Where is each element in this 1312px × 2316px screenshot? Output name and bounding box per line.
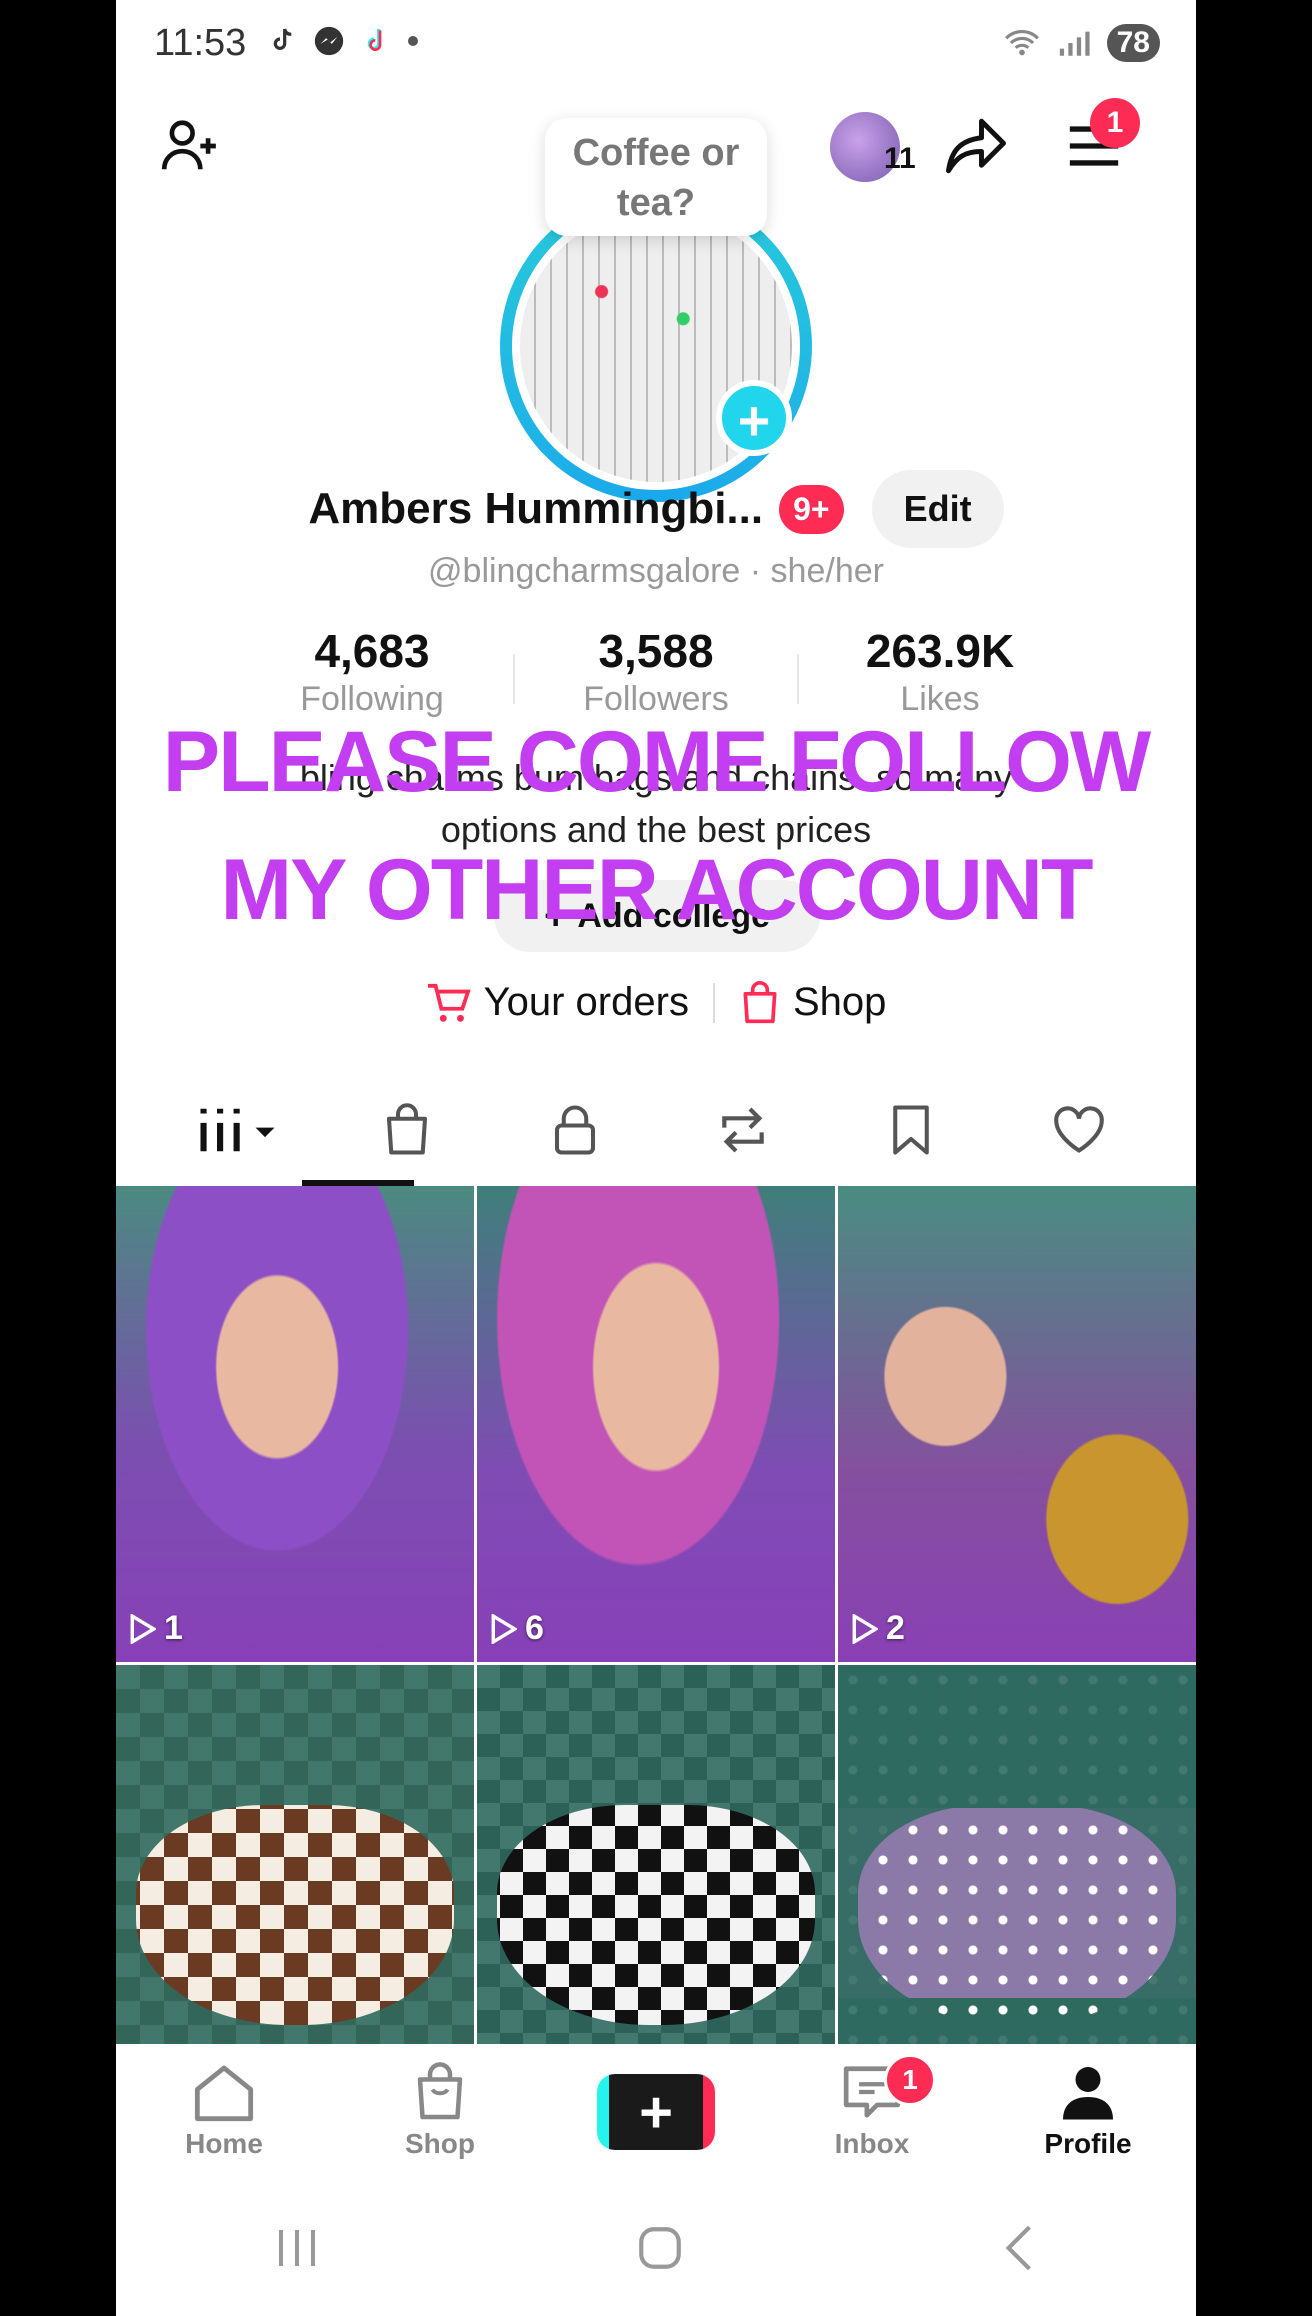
view-count-value: 1	[164, 1609, 183, 1647]
view-count: 6	[491, 1609, 544, 1648]
share-button[interactable]	[936, 106, 1016, 186]
wifi-icon	[1004, 30, 1039, 56]
tiktok-icon	[273, 28, 292, 50]
nav-home[interactable]: Home	[134, 2062, 314, 2160]
notification-icons	[266, 24, 420, 58]
messenger-icon	[314, 26, 344, 56]
inbox-badge: 1	[884, 2054, 936, 2106]
stat-value: 4,683	[314, 625, 430, 677]
orders-link[interactable]: Your orders	[426, 980, 689, 1025]
friends-count: 11	[884, 142, 916, 175]
tab-reposts[interactable]	[668, 1090, 818, 1170]
plus-icon: +	[737, 389, 771, 452]
video-thumbnail[interactable]: 2	[838, 1186, 1196, 1662]
tab-shop[interactable]	[332, 1090, 482, 1170]
tiktok-color-icon	[367, 29, 382, 51]
video-thumbnail[interactable]: 6	[477, 1186, 835, 1662]
video-thumbnail[interactable]: 1	[116, 1186, 474, 1662]
note-line1: Coffee or	[572, 132, 740, 174]
note-bubble[interactable]: Coffee or tea?	[545, 118, 767, 236]
nav-profile[interactable]: Profile	[998, 2062, 1178, 2160]
dot-icon	[408, 36, 418, 46]
edit-profile-button[interactable]: Edit	[871, 470, 1004, 548]
recent-apps-icon[interactable]	[273, 2226, 321, 2270]
stat-value: 3,588	[598, 625, 714, 677]
shop-bag-icon	[386, 1103, 428, 1155]
nav-shop-label: Shop	[405, 2128, 475, 2159]
cart-icon	[427, 983, 471, 1022]
bookmark-icon	[893, 1105, 929, 1155]
name-row: Ambers Hummingbi... 9+ Edit	[116, 470, 1196, 548]
profile-links: Your orders Shop	[116, 980, 1196, 1025]
system-status-icons: 78	[1003, 24, 1160, 62]
home-button-icon[interactable]	[635, 2223, 685, 2273]
divider	[712, 982, 715, 1023]
bag-shape	[497, 1805, 815, 2025]
plus-icon: +	[639, 2079, 673, 2145]
nav-inbox[interactable]: Inbox 1	[782, 2054, 962, 2160]
videos-grid-icon	[200, 1108, 275, 1152]
nav-home-label: Home	[185, 2128, 263, 2159]
add-friend-button[interactable]	[150, 106, 230, 186]
profile-icon	[1063, 2067, 1113, 2120]
menu-badge: 1	[1090, 98, 1140, 148]
view-count: 1	[130, 1609, 183, 1648]
notification-badge[interactable]: 9+	[779, 484, 844, 534]
nav-shop[interactable]: Shop	[350, 2062, 530, 2160]
shopping-bag-icon	[743, 980, 777, 1023]
add-story-button[interactable]: +	[716, 380, 792, 456]
video-grid: 1 6 2	[116, 1186, 1196, 2141]
bottom-nav: Home Shop + Inbox 1 Profile	[116, 2044, 1196, 2180]
tab-liked[interactable]	[1004, 1090, 1154, 1170]
share-icon	[946, 118, 1006, 174]
home-icon	[194, 2065, 254, 2122]
orders-label: Your orders	[483, 980, 689, 1024]
overlay-caption-line1: PLEASE COME FOLLOW	[162, 714, 1151, 810]
back-icon[interactable]	[999, 2223, 1039, 2273]
shop-icon	[417, 2062, 463, 2120]
lock-icon	[554, 1105, 596, 1155]
create-button[interactable]: +	[597, 2074, 715, 2150]
play-icon	[852, 1613, 878, 1644]
note-line2: tea?	[616, 182, 696, 224]
nav-inbox-label: Inbox	[834, 2128, 910, 2159]
play-icon	[130, 1613, 156, 1644]
heart-icon	[1054, 1106, 1104, 1153]
nav-create[interactable]: +	[566, 2062, 746, 2150]
stat-value: 263.9K	[865, 625, 1015, 677]
play-icon	[491, 1613, 517, 1644]
view-count-value: 2	[886, 1609, 905, 1647]
overlay-caption-line2: MY OTHER ACCOUNT	[220, 842, 1094, 938]
nav-profile-label: Profile	[1044, 2128, 1132, 2159]
system-nav-bar	[116, 2180, 1196, 2316]
add-user-icon	[161, 120, 216, 170]
status-time: 11:53	[154, 22, 247, 64]
signal-icon	[1059, 31, 1090, 56]
screen: 11:53 78 11 1 Coffee or tea? + Ambers Hu…	[116, 0, 1196, 2316]
bag-shape	[136, 1805, 454, 2025]
content-tabs	[164, 1090, 1154, 1170]
shop-link[interactable]: Shop	[739, 980, 886, 1025]
tab-private[interactable]	[500, 1090, 650, 1170]
tab-favorites[interactable]	[836, 1090, 986, 1170]
bag-shape	[858, 1805, 1176, 2025]
view-count-value: 6	[525, 1609, 544, 1647]
repost-icon	[722, 1107, 764, 1153]
display-name: Ambers Hummingbi...	[308, 484, 764, 533]
battery-level: 78	[1106, 24, 1160, 62]
username: @blingcharmsgalore · she/her	[428, 552, 884, 590]
tab-videos[interactable]	[164, 1090, 314, 1170]
view-count: 2	[852, 1609, 905, 1648]
shop-label: Shop	[792, 980, 887, 1024]
